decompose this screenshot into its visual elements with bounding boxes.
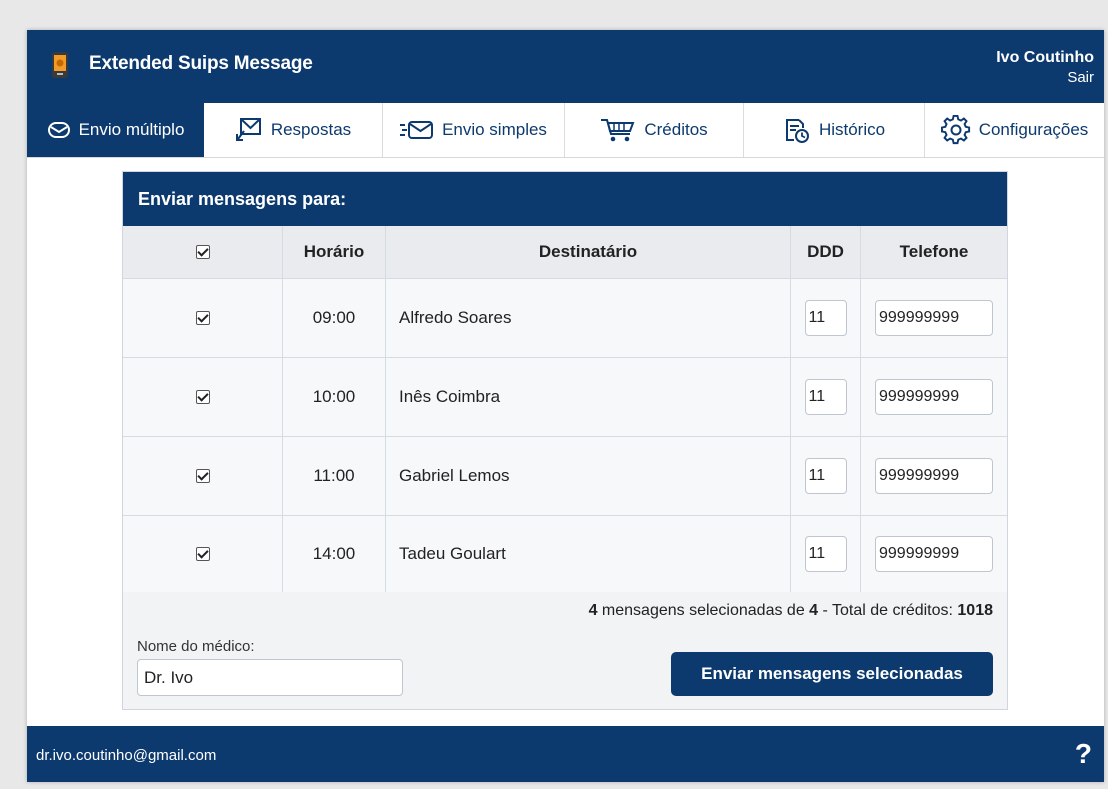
user-email: dr.ivo.coutinho@gmail.com: [36, 747, 217, 764]
row-recipient: Tadeu Goulart: [386, 516, 791, 592]
column-header-time: Horário: [283, 226, 386, 278]
column-header-phone: Telefone: [899, 242, 969, 261]
recipients-table: Horário Destinatário DDD Telefone 09:00 …: [123, 226, 1007, 592]
ddd-input[interactable]: [804, 536, 847, 572]
tab-respostas[interactable]: Respostas: [204, 103, 383, 157]
table-header-row: Horário Destinatário DDD Telefone: [123, 226, 1007, 279]
row-ddd-cell: [791, 437, 861, 515]
tab-historico[interactable]: Histórico: [744, 103, 925, 157]
table-row: 14:00 Tadeu Goulart: [123, 516, 1007, 592]
tab-envio-simples[interactable]: Envio simples: [383, 103, 565, 157]
row-check-cell: [123, 437, 283, 515]
cart-icon: [601, 119, 635, 142]
phone-input[interactable]: [875, 379, 993, 415]
send-envelope-icon: [400, 121, 434, 139]
row-recipient: Alfredo Soares: [386, 279, 791, 357]
row-time: 10:00: [283, 358, 386, 436]
doctor-name-input[interactable]: [137, 659, 403, 696]
ddd-input[interactable]: [804, 300, 847, 336]
row-phone-cell: [861, 358, 1007, 436]
select-all-cell: [123, 226, 283, 278]
gear-icon: [940, 115, 970, 145]
row-phone-cell: [861, 516, 1007, 592]
help-icon[interactable]: ?: [1075, 738, 1092, 770]
row-phone-cell: [861, 279, 1007, 357]
tab-label: Envio múltiplo: [78, 120, 185, 139]
logout-link[interactable]: Sair: [996, 69, 1094, 86]
summary-text-1: mensagens selecionadas de: [597, 602, 810, 619]
row-checkbox[interactable]: [195, 469, 210, 483]
row-check-cell: [123, 516, 283, 592]
tab-label: Histórico: [818, 120, 886, 139]
app-window: Extended Suips Message Ivo Coutinho Sair…: [27, 30, 1104, 782]
row-check-cell: [123, 279, 283, 357]
tab-envio-multiplo[interactable]: Envio múltiplo: [27, 103, 204, 157]
column-header-recipient: Destinatário: [386, 226, 791, 278]
phone-input[interactable]: [875, 300, 993, 336]
row-checkbox[interactable]: [195, 311, 210, 325]
tab-creditos[interactable]: Créditos: [565, 103, 744, 157]
reply-envelope-icon: [235, 118, 261, 141]
ddd-input[interactable]: [804, 458, 847, 494]
row-check-cell: [123, 358, 283, 436]
row-recipient: Gabriel Lemos: [386, 437, 791, 515]
tab-label: Créditos: [644, 120, 708, 139]
row-ddd-cell: [791, 516, 861, 592]
select-all-checkbox[interactable]: [195, 245, 210, 259]
envelope-icon: [47, 122, 70, 138]
user-box: Ivo Coutinho Sair: [996, 49, 1094, 86]
tab-bar: Envio múltiplo Respostas Envio simples C…: [27, 103, 1104, 158]
row-ddd-cell: [791, 358, 861, 436]
table-row: 11:00 Gabriel Lemos: [123, 437, 1007, 516]
credits-total: 1018: [957, 602, 993, 619]
tab-label: Respostas: [270, 120, 352, 139]
summary-text-2: - Total de créditos:: [818, 602, 958, 619]
row-ddd-cell: [791, 279, 861, 357]
row-checkbox[interactable]: [195, 547, 210, 561]
selection-summary: 4 mensagens selecionadas de 4 - Total de…: [589, 602, 993, 620]
app-title: Extended Suips Message: [89, 53, 313, 74]
row-checkbox[interactable]: [195, 390, 210, 404]
row-time: 14:00: [283, 516, 386, 592]
ddd-input[interactable]: [804, 379, 847, 415]
table-row: 10:00 Inês Coimbra: [123, 358, 1007, 437]
tab-configuracoes[interactable]: Configurações: [925, 103, 1104, 157]
app-footer: dr.ivo.coutinho@gmail.com ?: [27, 726, 1104, 782]
recipients-panel: Enviar mensagens para: Horário Destinatá…: [122, 171, 1008, 710]
tab-label: Configurações: [978, 120, 1089, 139]
app-logo-icon: [52, 52, 68, 78]
tab-label: Envio simples: [442, 120, 547, 139]
user-name: Ivo Coutinho: [996, 49, 1094, 66]
row-phone-cell: [861, 437, 1007, 515]
app-header: Extended Suips Message Ivo Coutinho Sair: [27, 30, 1104, 103]
send-selected-button[interactable]: Enviar mensagens selecionadas: [671, 652, 993, 696]
history-icon: [785, 119, 809, 143]
row-recipient: Inês Coimbra: [386, 358, 791, 436]
phone-input[interactable]: [875, 536, 993, 572]
row-time: 11:00: [283, 437, 386, 515]
panel-title: Enviar mensagens para:: [123, 172, 1007, 226]
column-header-ddd: DDD: [791, 226, 861, 278]
doctor-name-label: Nome do médico:: [137, 638, 255, 655]
total-count: 4: [809, 602, 819, 619]
table-row: 09:00 Alfredo Soares: [123, 279, 1007, 358]
phone-input[interactable]: [875, 458, 993, 494]
row-time: 09:00: [283, 279, 386, 357]
